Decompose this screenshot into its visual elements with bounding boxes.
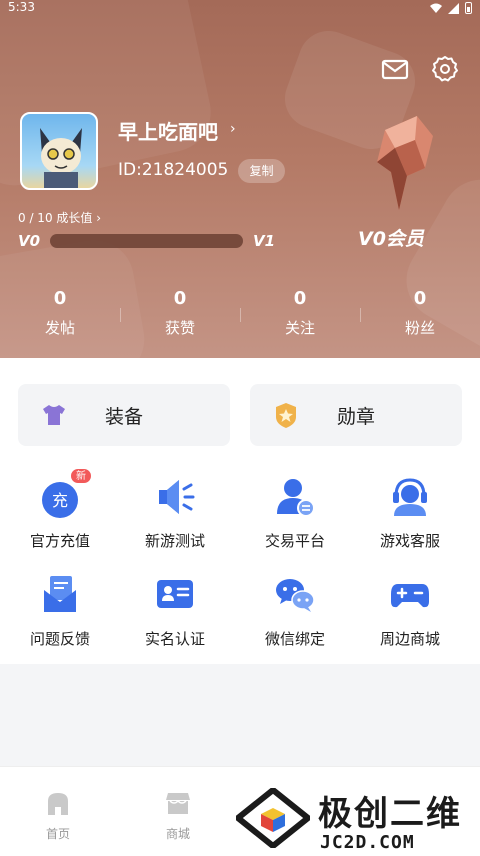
wifi-icon bbox=[430, 3, 442, 13]
cube-logo-icon bbox=[236, 788, 310, 848]
status-time: 5:33 bbox=[8, 0, 35, 14]
home-icon bbox=[48, 793, 68, 815]
equipment-label: 装备 bbox=[104, 406, 143, 428]
grid-item-label: 微信绑定 bbox=[264, 630, 325, 648]
grid-item-label: 新游测试 bbox=[144, 532, 205, 550]
growth-value-link[interactable]: 0 / 10 成长值 › bbox=[18, 209, 101, 226]
new-badge: 新 bbox=[70, 468, 92, 484]
level-next: V1 bbox=[253, 232, 276, 250]
grid-item-merch-store[interactable]: 周边商城 bbox=[350, 564, 470, 654]
user-id: ID:21824005 bbox=[118, 160, 229, 180]
nav-label: 首页 bbox=[45, 827, 70, 841]
nickname-chevron-icon[interactable]: › bbox=[230, 121, 236, 137]
watermark-subtitle: JC2D.COM bbox=[320, 832, 415, 853]
grid-item-label: 交易平台 bbox=[264, 532, 325, 550]
status-bar: 5:33 bbox=[0, 0, 480, 16]
headset-icon bbox=[393, 478, 427, 516]
nav-home[interactable]: 首页 bbox=[28, 789, 88, 842]
id-card-icon bbox=[157, 580, 193, 608]
stat-following[interactable]: 0 关注 bbox=[240, 284, 360, 346]
grid-item-real-name[interactable]: 实名认证 bbox=[115, 564, 235, 654]
medal-card[interactable]: 勋章 bbox=[250, 384, 462, 446]
recharge-icon-text: 充 bbox=[52, 491, 68, 510]
grid-item-label: 游戏客服 bbox=[379, 532, 440, 550]
stat-fans[interactable]: 0 粉丝 bbox=[360, 284, 480, 346]
nav-label: 商城 bbox=[165, 827, 190, 841]
watermark: 极创二维 JC2D.COM bbox=[236, 786, 476, 853]
avatar[interactable] bbox=[20, 112, 98, 190]
vip-label[interactable]: V0会员 bbox=[358, 224, 424, 251]
grid-item-customer-service[interactable]: 游戏客服 bbox=[350, 466, 470, 556]
wechat-icon bbox=[276, 579, 315, 612]
stat-likes[interactable]: 0 获赞 bbox=[120, 284, 240, 346]
equipment-card[interactable]: 装备 bbox=[18, 384, 230, 446]
level-current: V0 bbox=[18, 232, 41, 250]
medal-label: 勋章 bbox=[336, 406, 375, 428]
nav-store[interactable]: 商城 bbox=[148, 789, 208, 842]
grid-item-label: 官方充值 bbox=[29, 532, 90, 550]
profile-header: 5:33 早上吃面吧 › ID:21824005 复制 0 / 10 成长值 ›… bbox=[0, 0, 480, 358]
stat-value: 0 bbox=[293, 288, 307, 309]
trade-icon bbox=[277, 479, 315, 517]
stat-value: 0 bbox=[53, 288, 67, 309]
signal-icon bbox=[448, 2, 459, 14]
grid-item-label: 实名认证 bbox=[144, 630, 205, 648]
grid-item-new-game-test[interactable]: 新游测试 bbox=[115, 466, 235, 556]
mail-icon[interactable] bbox=[380, 54, 410, 84]
grid-item-recharge[interactable]: 充 新 官方充值 bbox=[0, 466, 120, 556]
avatar-image bbox=[40, 128, 82, 188]
copy-id-button[interactable]: 复制 bbox=[238, 159, 285, 183]
watermark-title: 极创二维 bbox=[318, 794, 462, 834]
gear-icon[interactable] bbox=[430, 54, 460, 84]
stat-label: 获赞 bbox=[164, 319, 195, 337]
stat-value: 0 bbox=[413, 288, 427, 309]
stat-value: 0 bbox=[173, 288, 187, 309]
stat-label: 粉丝 bbox=[404, 319, 435, 337]
megaphone-icon bbox=[159, 480, 195, 514]
grid-item-trade[interactable]: 交易平台 bbox=[235, 466, 355, 556]
stats-row: 0 发帖 0 获赞 0 关注 0 粉丝 bbox=[0, 284, 480, 346]
stat-label: 发帖 bbox=[44, 319, 75, 337]
growth-progress-bar bbox=[50, 234, 243, 248]
nickname[interactable]: 早上吃面吧 bbox=[118, 116, 218, 145]
feedback-icon bbox=[44, 576, 76, 612]
stat-label: 关注 bbox=[284, 319, 315, 337]
gamepad-icon bbox=[391, 584, 429, 608]
grid-item-label: 周边商城 bbox=[379, 630, 440, 648]
grid-item-label: 问题反馈 bbox=[29, 630, 90, 648]
grid-item-feedback[interactable]: 问题反馈 bbox=[0, 564, 120, 654]
grid-item-wechat[interactable]: 微信绑定 bbox=[235, 564, 355, 654]
store-icon bbox=[166, 793, 190, 814]
battery-icon bbox=[465, 2, 472, 14]
stat-posts[interactable]: 0 发帖 bbox=[0, 284, 120, 346]
vip-level-badge-icon[interactable] bbox=[355, 110, 445, 220]
